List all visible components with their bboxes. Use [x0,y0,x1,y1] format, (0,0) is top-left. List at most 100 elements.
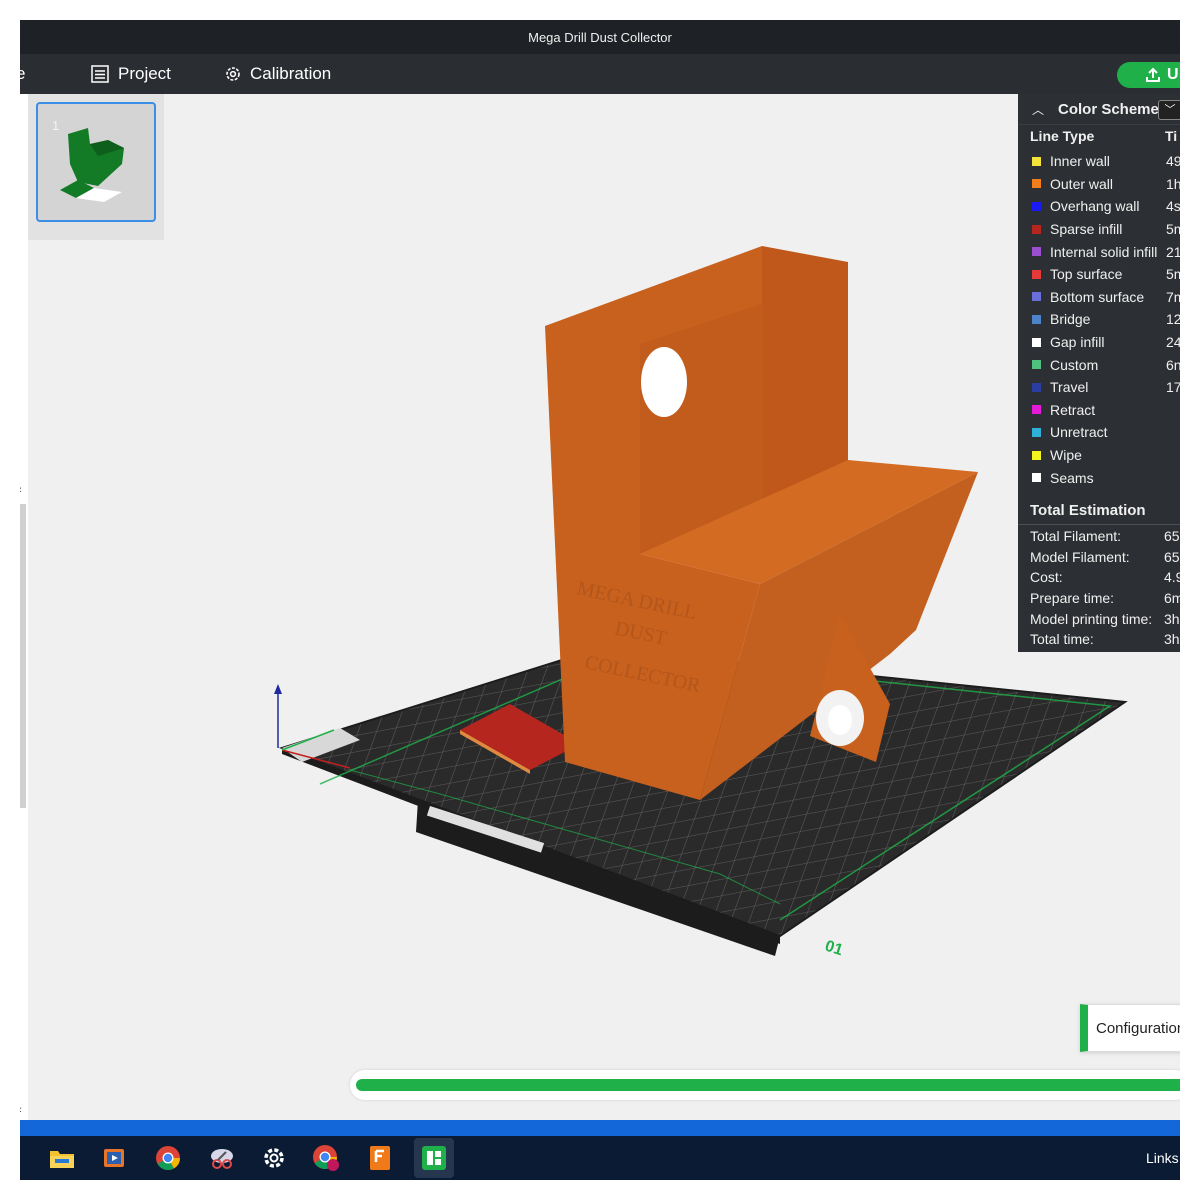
legend-color-swatch [1032,473,1041,483]
legend-color-swatch [1032,201,1041,211]
total-estimation-label: Total Filament: [1030,528,1122,545]
legend-color-swatch [1032,337,1041,347]
plate-thumbnail-panel: 1 [28,94,164,240]
tab-calibration-label: Calibration [250,64,332,83]
legend-color-swatch [1032,360,1041,370]
file-explorer-icon[interactable] [46,1142,78,1174]
collapse-up-chevron-icon[interactable]: ︿ [1018,101,1058,118]
bambu-studio-icon[interactable] [414,1138,454,1178]
plate-thumbnail[interactable]: 1 [36,102,156,222]
total-estimation-header: Total Estimation [1018,496,1180,525]
legend-item-label: Sparse infill [1050,221,1123,238]
3d-viewport[interactable]: 01 MEGA DRILL DUST COLLECTOR [20,94,1180,1120]
project-icon [91,65,109,83]
legend-color-swatch [1032,314,1041,324]
legend-item-time: 21 [1166,243,1180,260]
legend-item-time: 1h [1166,175,1180,192]
legend-header[interactable]: ︿ Color Scheme ﹀ [1018,94,1180,125]
tab-prepare-cut[interactable]: e [20,54,25,94]
total-estimation-label: Total time: [1030,631,1094,648]
legend-item-time: 24 [1166,334,1180,351]
legend-item-time: 4s [1166,198,1180,215]
snipping-tool-icon[interactable] [206,1142,238,1174]
legend-color-swatch [1032,450,1041,460]
legend-item[interactable]: Gap infill 24 [1018,331,1180,354]
legend-item[interactable]: Seams [1018,466,1180,489]
legend-item[interactable]: Inner wall 49 [1018,150,1180,173]
configuration-notification-text: Configuration [1096,1019,1180,1037]
legend-item[interactable]: Unretract [1018,421,1180,444]
main-toolbar: e Project Calibration U [20,54,1180,94]
legend-item[interactable]: Internal solid infill 21 [1018,240,1180,263]
color-scheme-legend: ︿ Color Scheme ﹀ Line Type Ti Inner wall… [1018,94,1180,652]
gcode-preview-scene[interactable]: 01 MEGA DRILL DUST COLLECTOR [20,94,1180,1120]
legend-color-swatch [1032,269,1041,279]
title-bar: Mega Drill Dust Collector [20,20,1180,54]
legend-color-swatch [1032,247,1041,257]
legend-item-label: Seams [1050,469,1094,486]
total-estimation-value: 65 [1164,548,1180,565]
legend-item[interactable]: Retract [1018,399,1180,422]
legend-item[interactable]: Outer wall 1h [1018,173,1180,196]
total-estimation-title: Total Estimation [1030,501,1146,519]
upload-label: U [1167,66,1179,83]
legend-item[interactable]: Overhang wall 4s [1018,195,1180,218]
legend-item[interactable]: Bottom surface 7m [1018,286,1180,309]
app-window: Mega Drill Dust Collector e Project Cali… [20,20,1180,1180]
chrome-icon[interactable] [152,1142,184,1174]
legend-item[interactable]: Wipe [1018,444,1180,467]
media-player-icon[interactable] [98,1142,130,1174]
legend-title: Color Scheme [1058,100,1159,118]
legend-item[interactable]: Sparse infill 5m [1018,218,1180,241]
upload-button[interactable]: U [1117,62,1180,88]
legend-col-time: Ti [1165,128,1178,144]
chrome-profile-icon[interactable] [310,1142,342,1174]
legend-color-swatch [1032,156,1041,166]
taskbar-accent-stripe [20,1120,1180,1136]
legend-item-label: Retract [1050,401,1096,418]
windows-taskbar: Links [20,1120,1180,1180]
legend-color-swatch [1032,427,1041,437]
slicing-progress-bar [350,1070,1180,1100]
legend-item-time: 5m [1166,221,1180,238]
window-title: Mega Drill Dust Collector [528,29,672,45]
settings-icon[interactable] [258,1142,290,1174]
left-scroll-strip: ‹ ‹ [20,94,28,1120]
legend-item[interactable]: Travel 17 [1018,376,1180,399]
taskbar-links-toolbar[interactable]: Links [1146,1150,1179,1166]
fusion-icon[interactable] [364,1142,396,1174]
legend-item-label: Unretract [1050,424,1108,441]
tab-prepare-label: e [20,64,26,83]
taskbar-icons: Links [20,1136,1180,1180]
legend-item-label: Internal solid infill [1050,243,1158,260]
total-estimation-label: Prepare time: [1030,590,1115,607]
legend-item-label: Outer wall [1050,175,1114,192]
chevron-down-icon[interactable]: ﹀ [1158,100,1180,120]
total-estimation-list: Total Filament: 65 Model Filament: 65 Cost: 4… [1018,526,1180,650]
legend-item-time: 7m [1166,288,1180,305]
collapse-chevron-icon[interactable]: ‹ [20,484,22,496]
legend-color-swatch [1032,292,1041,302]
total-estimation-value: 3h [1164,631,1180,648]
legend-item-time: 12 [1166,311,1180,328]
line-type-list: Inner wall 49 Outer wall 1h Overhang wall 4s S… [1018,150,1180,489]
z-axis-arrow [274,684,282,694]
total-estimation-row: Total time: 3h [1018,629,1180,650]
total-estimation-label: Cost: [1030,569,1063,586]
layer-slider-track[interactable] [20,504,26,808]
legend-item-label: Wipe [1050,447,1082,464]
legend-item-label: Top surface [1050,266,1123,283]
configuration-notification[interactable]: Configuration [1080,1004,1180,1052]
layer-slider-handle-icon[interactable]: ‹ [20,1104,22,1116]
model-hook-hole-inner [828,705,852,735]
legend-item[interactable]: Top surface 5m [1018,263,1180,286]
legend-item-label: Custom [1050,356,1099,373]
tab-project[interactable]: Project [90,54,171,94]
legend-column-headers: Line Type Ti [1030,128,1180,148]
tab-calibration[interactable]: Calibration [224,54,331,94]
legend-item-time: 49 [1166,153,1180,170]
total-estimation-value: 6m [1164,590,1180,607]
legend-item[interactable]: Bridge 12 [1018,308,1180,331]
legend-item[interactable]: Custom 6n [1018,353,1180,376]
legend-item-time: 5m [1166,266,1180,283]
